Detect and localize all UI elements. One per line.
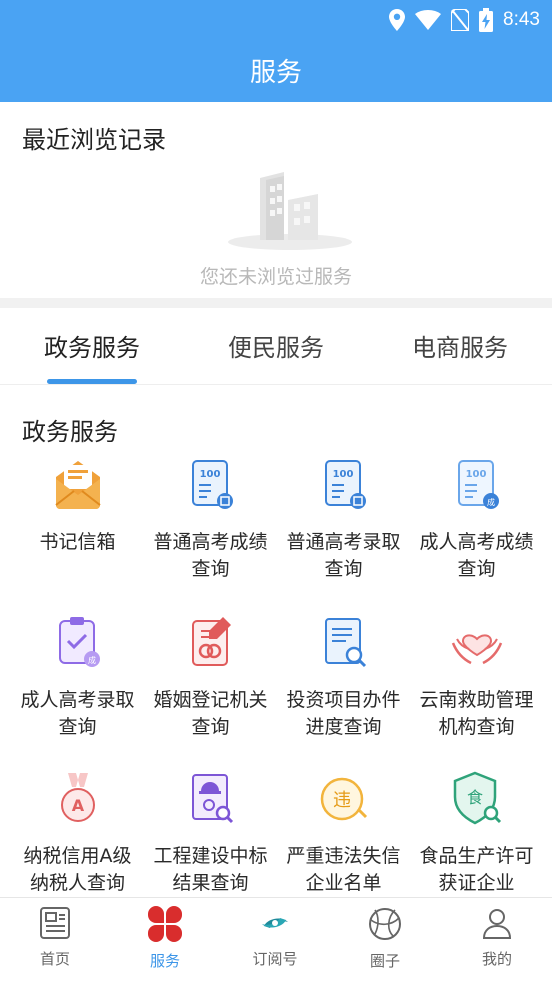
nav-label: 圈子	[369, 952, 400, 970]
bottom-nav: 首页 服务 订阅号 圈子 我的	[0, 897, 552, 982]
tab-active-indicator	[47, 379, 137, 384]
svg-text:A: A	[71, 796, 84, 815]
page-title: 服务	[249, 58, 302, 88]
section-title: 政务服务	[22, 418, 118, 446]
adult-admission-icon: 成	[58, 617, 100, 667]
recent-section: 最近浏览记录 您还未浏览过服务	[0, 102, 552, 298]
nav-profile[interactable]: 我的	[442, 906, 552, 969]
service-item-mailbox[interactable]: 书记信箱	[11, 455, 144, 556]
news-icon	[40, 907, 70, 939]
service-label: 书记信箱	[39, 531, 116, 553]
violation-icon: 违	[320, 777, 367, 821]
svg-text:100: 100	[332, 469, 353, 480]
recent-title: 最近浏览记录	[22, 126, 166, 154]
service-item-investment[interactable]: 投资项目办件进度查询	[277, 613, 410, 741]
tab-convenience[interactable]: 便民服务	[184, 328, 368, 363]
service-label: 成人高考成绩查询	[419, 531, 534, 580]
medal-a-icon: A	[60, 773, 95, 822]
circle-icon	[369, 908, 401, 940]
subscribe-icon	[262, 918, 288, 928]
service-item-engineering[interactable]: 工程建设中标结果查询	[144, 769, 277, 895]
empty-building-icon	[228, 172, 352, 250]
empty-message: 您还未浏览过服务	[199, 266, 352, 288]
adult-score-icon: 100 成	[457, 460, 499, 509]
service-item-tax-credit[interactable]: A 纳税信用A级纳税人查询	[11, 769, 144, 895]
service-grid: 书记信箱 100 普通高考成绩查询 100 普通高考录取查询 100 成 成人高…	[0, 455, 552, 895]
svg-text:100: 100	[465, 469, 486, 480]
svg-text:成: 成	[88, 655, 96, 665]
mailbox-icon	[54, 461, 101, 509]
service-label: 工程建设中标结果查询	[153, 845, 268, 894]
nav-label: 首页	[39, 950, 70, 968]
nav-circle[interactable]: 圈子	[330, 906, 440, 971]
status-bar: 8:43	[389, 6, 540, 34]
heart-hands-icon	[451, 634, 502, 665]
nav-service[interactable]: 服务	[110, 906, 220, 971]
service-label: 投资项目办件进度查询	[286, 689, 401, 738]
service-label: 普通高考录取查询	[286, 531, 401, 580]
service-label: 食品生产许可获证企业	[419, 845, 534, 894]
service-item-violation[interactable]: 违 严重违法失信企业名单	[277, 769, 410, 895]
nav-subscribe[interactable]: 订阅号	[220, 906, 330, 969]
service-label: 婚姻登记机关查询	[153, 689, 268, 738]
status-time: 8:43	[503, 9, 540, 30]
service-item-gaokao-admission[interactable]: 100 普通高考录取查询	[277, 455, 410, 583]
nav-label: 订阅号	[252, 950, 298, 968]
admission-report-icon: 100	[324, 460, 366, 509]
app-header: 8:43 服务	[0, 0, 552, 102]
svg-text:违: 违	[333, 790, 351, 811]
svg-text:成: 成	[487, 497, 495, 507]
service-label: 普通高考成绩查询	[153, 531, 268, 580]
battery-charging-icon	[479, 8, 494, 32]
service-item-marriage[interactable]: 婚姻登记机关查询	[144, 613, 277, 741]
no-sim-icon	[451, 9, 470, 31]
service-item-rescue[interactable]: 云南救助管理机构查询	[410, 613, 543, 741]
marriage-registry-icon	[191, 617, 231, 666]
service-item-adult-admission[interactable]: 成 成人高考录取查询	[11, 613, 144, 741]
section-divider	[0, 298, 552, 308]
nav-home[interactable]: 首页	[0, 906, 110, 969]
wifi-icon	[415, 10, 442, 30]
svg-text:100: 100	[199, 469, 220, 480]
score-report-icon: 100	[191, 460, 233, 509]
service-label: 纳税信用A级纳税人查询	[23, 845, 132, 894]
person-icon	[482, 909, 512, 939]
service-label: 严重违法失信企业名单	[286, 845, 401, 894]
location-icon	[389, 9, 406, 31]
document-search-icon	[324, 618, 366, 668]
service-item-adult-score[interactable]: 100 成 成人高考成绩查询	[410, 455, 543, 583]
nav-label: 我的	[481, 950, 512, 968]
tab-ecommerce[interactable]: 电商服务	[368, 328, 552, 363]
nav-label: 服务	[149, 952, 180, 970]
tab-government[interactable]: 政务服务	[0, 328, 184, 363]
service-tabs: 政务服务 便民服务 电商服务	[0, 308, 552, 385]
engineering-search-icon	[191, 774, 233, 824]
food-shield-icon: 食	[453, 771, 501, 825]
service-item-gaokao-score[interactable]: 100 普通高考成绩查询	[144, 455, 277, 583]
clover-icon	[148, 906, 182, 942]
service-label: 云南救助管理机构查询	[419, 689, 534, 738]
svg-text:食: 食	[466, 788, 482, 807]
service-item-food-license[interactable]: 食 食品生产许可获证企业	[410, 769, 543, 895]
service-label: 成人高考录取查询	[20, 689, 135, 738]
